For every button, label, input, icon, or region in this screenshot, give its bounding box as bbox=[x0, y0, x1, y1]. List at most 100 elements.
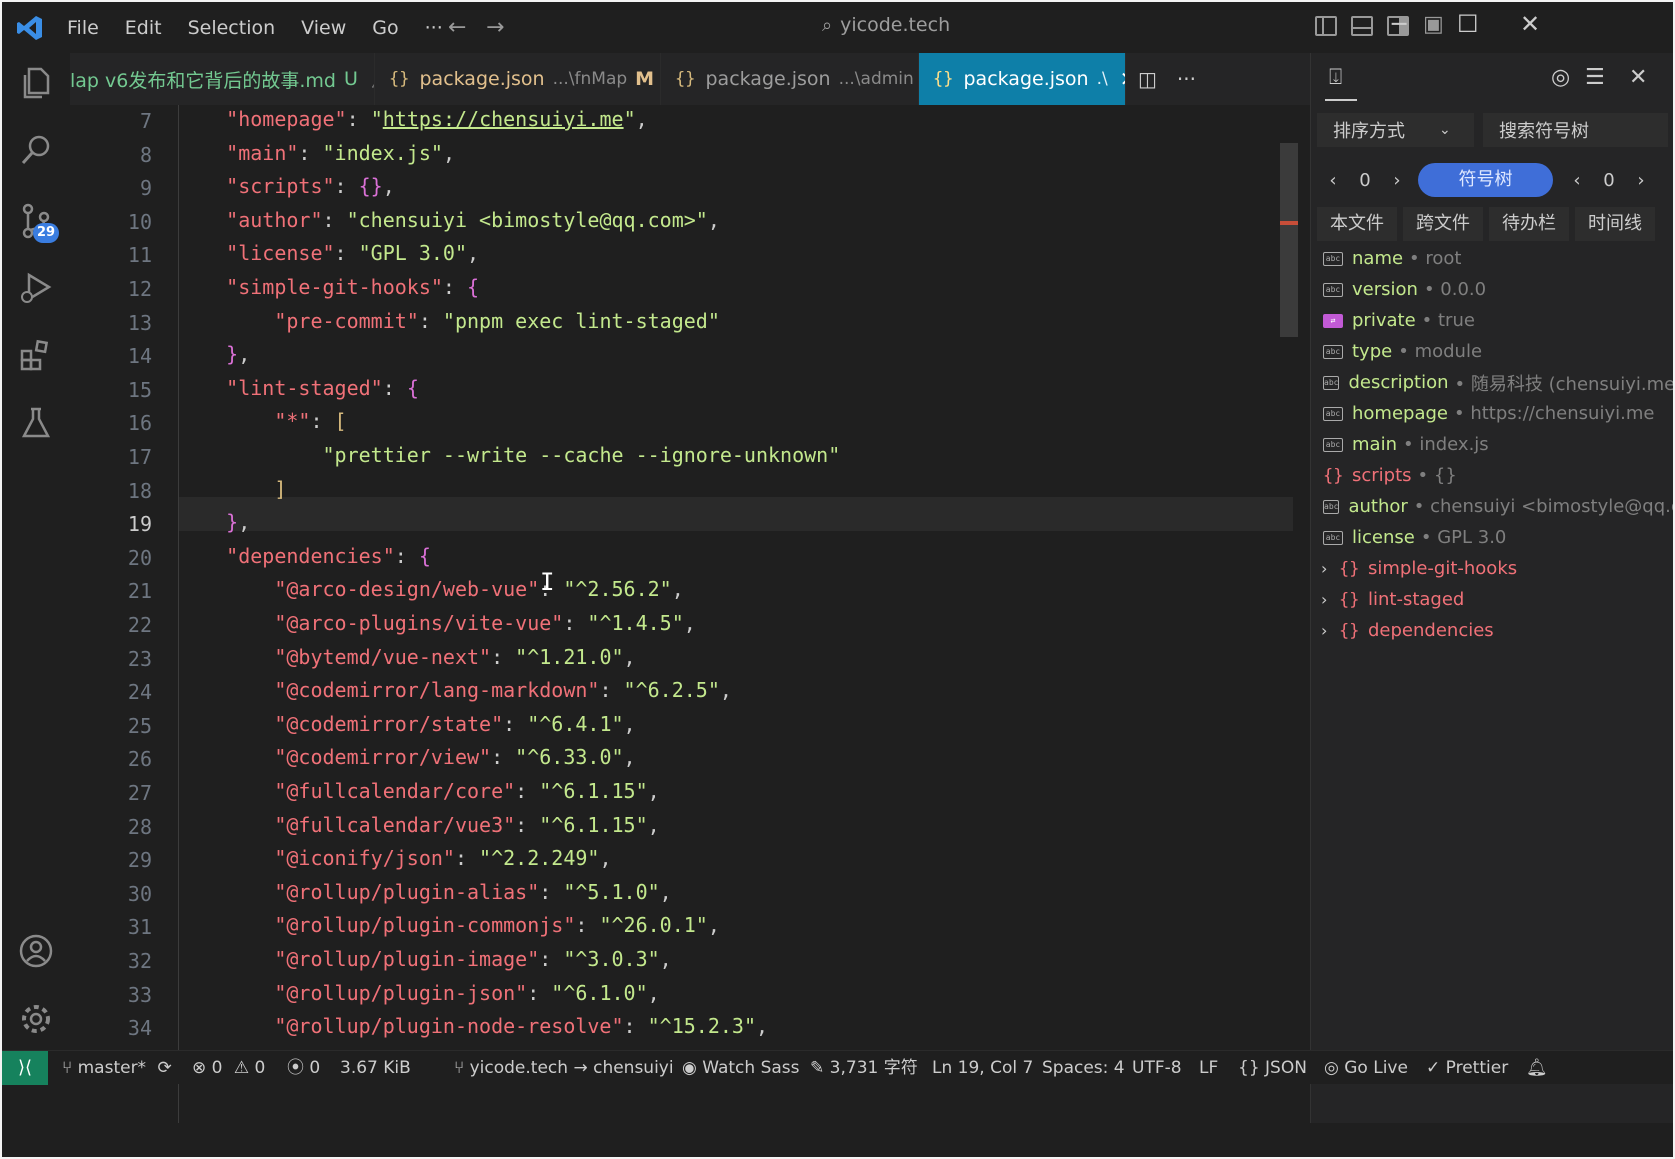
eol-status[interactable]: LF bbox=[1199, 1051, 1218, 1085]
cursor-position[interactable]: Ln 19, Col 7 bbox=[932, 1051, 1033, 1085]
tree-item-description[interactable]: abc description • 随易科技 (chensuiyi.me bbox=[1311, 367, 1673, 398]
close-window-icon[interactable]: ✕ bbox=[1520, 10, 1540, 38]
more-actions-icon[interactable]: ··· bbox=[1177, 67, 1196, 91]
code-line[interactable]: "@arco-plugins/vite-vue": "^1.4.5", bbox=[178, 606, 695, 640]
watch-sass-button[interactable]: ◉ Watch Sass bbox=[682, 1051, 800, 1085]
panel-tab-1[interactable]: 跨文件 bbox=[1403, 207, 1483, 241]
prettier-status[interactable]: ✓ Prettier bbox=[1426, 1051, 1508, 1085]
symbol-tree-pill[interactable]: 符号树 bbox=[1418, 163, 1553, 197]
language-mode[interactable]: {} JSON bbox=[1238, 1051, 1307, 1085]
chevron-right-icon[interactable]: › bbox=[1321, 621, 1333, 640]
search-view-icon[interactable] bbox=[18, 133, 54, 169]
tree-item-homepage[interactable]: abc homepage • https://chensuiyi.me bbox=[1311, 398, 1673, 429]
code-line[interactable]: "simple-git-hooks": { bbox=[178, 270, 479, 304]
git-remote-status[interactable]: ⑂ yicode.tech → chensuiyi bbox=[454, 1051, 674, 1085]
code-line[interactable]: "dependencies": { bbox=[178, 539, 431, 573]
menu-item-view[interactable]: View bbox=[288, 17, 359, 39]
code-line[interactable]: "@codemirror/state": "^6.4.1", bbox=[178, 707, 635, 741]
maximize-icon[interactable]: ☐ bbox=[1457, 10, 1479, 38]
customize-layout-icon[interactable] bbox=[1423, 12, 1445, 37]
panel-tab-3[interactable]: 时间线 bbox=[1575, 207, 1655, 241]
split-editor-icon[interactable]: ◫ bbox=[1138, 67, 1157, 91]
tab-package-json-admin[interactable]: {} package.json ...\admin bbox=[661, 53, 919, 105]
code-line[interactable]: "author": "chensuiyi <bimostyle@qq.com>"… bbox=[178, 203, 720, 237]
search-symbol-tree-button[interactable]: 搜索符号树 bbox=[1483, 113, 1668, 147]
code-line[interactable]: "@arco-design/web-vue": "^2.56.2", bbox=[178, 572, 683, 606]
code-line[interactable]: "pre-commit": "pnpm exec lint-staged" bbox=[178, 304, 720, 338]
sort-dropdown[interactable]: 排序方式 ⌄ bbox=[1317, 113, 1474, 147]
code-line[interactable]: "prettier --write --cache --ignore-unkno… bbox=[178, 438, 841, 472]
close-tab-icon[interactable]: ✕ bbox=[1120, 67, 1125, 91]
tree-item-version[interactable]: abc version • 0.0.0 bbox=[1311, 274, 1673, 305]
testing-flask-icon[interactable] bbox=[18, 405, 54, 441]
code-line[interactable]: "@bytemd/vue-next": "^1.21.0", bbox=[178, 640, 635, 674]
vscode-logo-icon[interactable] bbox=[16, 14, 44, 42]
chevron-right-icon[interactable]: › bbox=[1321, 559, 1333, 578]
char-count-status[interactable]: ✎ 3,731 字符 bbox=[810, 1051, 918, 1085]
tree-item-name[interactable]: abc name • root bbox=[1311, 243, 1673, 274]
sync-icon[interactable]: ⟳ bbox=[157, 1058, 171, 1078]
code-line[interactable]: "lint-staged": { bbox=[178, 371, 419, 405]
chevron-right-icon[interactable]: › bbox=[1321, 590, 1333, 609]
explorer-icon[interactable] bbox=[18, 65, 54, 101]
account-circle-icon[interactable]: ◎ bbox=[1551, 65, 1570, 90]
run-debug-icon[interactable] bbox=[18, 271, 54, 307]
toggle-primary-sidebar-icon[interactable] bbox=[1315, 16, 1337, 36]
code-line[interactable]: "main": "index.js", bbox=[178, 136, 455, 170]
code-line[interactable]: "@fullcalendar/vue3": "^6.1.15", bbox=[178, 808, 659, 842]
arrow-right-icon[interactable]: → bbox=[486, 15, 504, 40]
code-line[interactable]: "@rollup/plugin-node-resolve": "^15.2.3"… bbox=[178, 1009, 768, 1043]
code-line[interactable]: }, bbox=[178, 337, 250, 371]
tree-item-license[interactable]: abc license • GPL 3.0 bbox=[1311, 522, 1673, 553]
close-panel-icon[interactable]: ✕ bbox=[1629, 65, 1647, 90]
go-live-button[interactable]: ◎ Go Live bbox=[1324, 1051, 1408, 1085]
tree-item-author[interactable]: abc author • chensuiyi <bimostyle@qq.co bbox=[1311, 491, 1673, 522]
remote-indicator-icon[interactable]: ⟩⟨ bbox=[2, 1051, 48, 1085]
arrow-left-icon[interactable]: ← bbox=[448, 15, 466, 40]
tree-item-type[interactable]: abc type • module bbox=[1311, 336, 1673, 367]
problems-status[interactable]: ⊗ 0 ⚠ 0 bbox=[192, 1051, 265, 1085]
code-line[interactable]: }, bbox=[178, 505, 250, 539]
code-line[interactable]: "homepage": "https://chensuiyi.me", bbox=[178, 105, 647, 136]
menu-icon[interactable]: ☰ bbox=[1585, 65, 1605, 90]
code-area[interactable]: "homepage": "https://chensuiyi.me", "mai… bbox=[178, 105, 1308, 1123]
command-center[interactable]: ⌕ yicode.tech bbox=[822, 14, 950, 36]
branch-status[interactable]: ⑂ master* ⟳ bbox=[62, 1051, 172, 1085]
code-line[interactable]: "license": "GPL 3.0", bbox=[178, 236, 479, 270]
settings-gear-icon[interactable] bbox=[18, 1001, 54, 1037]
encoding-status[interactable]: UTF-8 bbox=[1132, 1051, 1182, 1085]
tab-package-json-fnmap[interactable]: {} package.json ...\fnMap M 📌︎ bbox=[375, 53, 661, 105]
tree-item-scripts[interactable]: {} scripts • {} bbox=[1311, 460, 1673, 491]
notifications-bell-icon[interactable]: 🔔︎ bbox=[1526, 1051, 1548, 1085]
indentation-status[interactable]: Spaces: 4 bbox=[1042, 1051, 1125, 1085]
ports-status[interactable]: ⦿ 0 bbox=[287, 1051, 320, 1085]
code-editor[interactable]: 7 8 9 10 11 12 13 14 15 16 17 18 19 20 21 22 23 24 25 26 27 2… bbox=[70, 105, 1310, 1123]
code-line[interactable]: "@fullcalendar/core": "^6.1.15", bbox=[178, 774, 659, 808]
code-line[interactable]: "scripts": {}, bbox=[178, 169, 395, 203]
code-line[interactable]: "@rollup/plugin-commonjs": "^26.0.1", bbox=[178, 908, 720, 942]
tree-item-main[interactable]: abc main • index.js bbox=[1311, 429, 1673, 460]
code-line[interactable]: "@rollup/plugin-alias": "^5.1.0", bbox=[178, 875, 671, 909]
menu-item-go[interactable]: Go bbox=[359, 17, 411, 39]
panel-tab-0[interactable]: 本文件 bbox=[1317, 207, 1397, 241]
code-line[interactable]: "@rollup/plugin-image": "^3.0.3", bbox=[178, 942, 671, 976]
code-line[interactable]: "@codemirror/view": "^6.33.0", bbox=[178, 740, 635, 774]
tree-item-simple-git-hooks[interactable]: › {} simple-git-hooks bbox=[1311, 553, 1673, 584]
account-icon[interactable] bbox=[18, 933, 54, 969]
pin-panel-icon[interactable]: ⍗ bbox=[1329, 65, 1342, 90]
chevron-left-icon[interactable]: ‹ bbox=[1561, 170, 1593, 191]
tree-item-dependencies[interactable]: › {} dependencies bbox=[1311, 615, 1673, 646]
tree-item-private[interactable]: ⇄ private • true bbox=[1311, 305, 1673, 336]
code-line[interactable]: "@rollup/plugin-json": "^6.1.0", bbox=[178, 976, 659, 1010]
chevron-left-icon[interactable]: ‹ bbox=[1317, 170, 1349, 191]
menu-item-file[interactable]: File bbox=[54, 17, 112, 39]
chevron-right-icon[interactable]: › bbox=[1381, 170, 1413, 191]
chevron-right-icon[interactable]: › bbox=[1625, 170, 1657, 191]
panel-tab-2[interactable]: 待办栏 bbox=[1489, 207, 1569, 241]
menu-item-selection[interactable]: Selection bbox=[175, 17, 289, 39]
menu-item-edit[interactable]: Edit bbox=[112, 17, 175, 39]
extensions-icon[interactable] bbox=[18, 338, 54, 374]
tree-item-lint-staged[interactable]: › {} lint-staged bbox=[1311, 584, 1673, 615]
code-line[interactable]: ] bbox=[178, 472, 286, 506]
vertical-scrollbar[interactable] bbox=[1280, 143, 1298, 337]
